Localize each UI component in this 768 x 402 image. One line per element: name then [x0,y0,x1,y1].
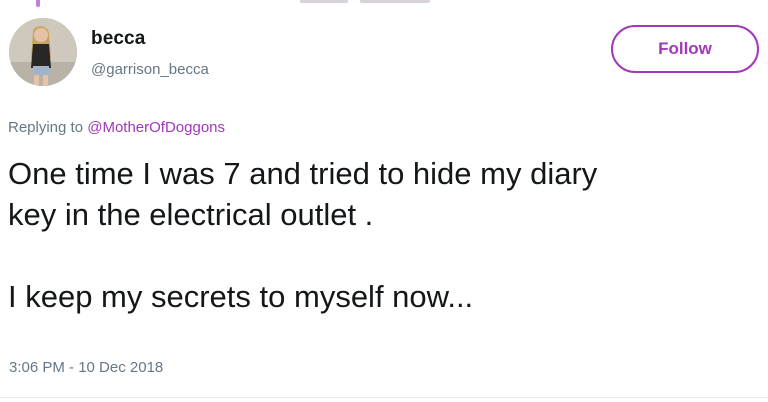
avatar[interactable] [9,18,77,86]
divider [0,397,768,398]
tweet-text: One time I was 7 and tried to hide my di… [8,153,764,317]
previous-tweet-edge [0,0,768,8]
reply-mention-link[interactable]: @MotherOfDoggons [87,119,225,136]
tweet-text-line: I keep my secrets to myself now... [8,279,474,314]
tweet-text-line: One time I was 7 and tried to hide my di… [8,156,598,191]
follow-button[interactable]: Follow [611,25,759,73]
replying-to-label: Replying to [8,119,84,136]
previous-tweet-fragment [300,0,348,3]
profile-photo-icon [9,18,77,86]
author-display-name[interactable]: becca [91,28,145,50]
tweet-timestamp[interactable]: 3:06 PM - 10 Dec 2018 [9,359,163,376]
replying-to-line: Replying to @MotherOfDoggons [8,119,225,136]
author-handle[interactable]: @garrison_becca [91,61,209,78]
thread-connector-line [36,0,40,7]
tweet-text-line: key in the electrical outlet . [8,197,374,232]
previous-tweet-fragment [360,0,430,3]
